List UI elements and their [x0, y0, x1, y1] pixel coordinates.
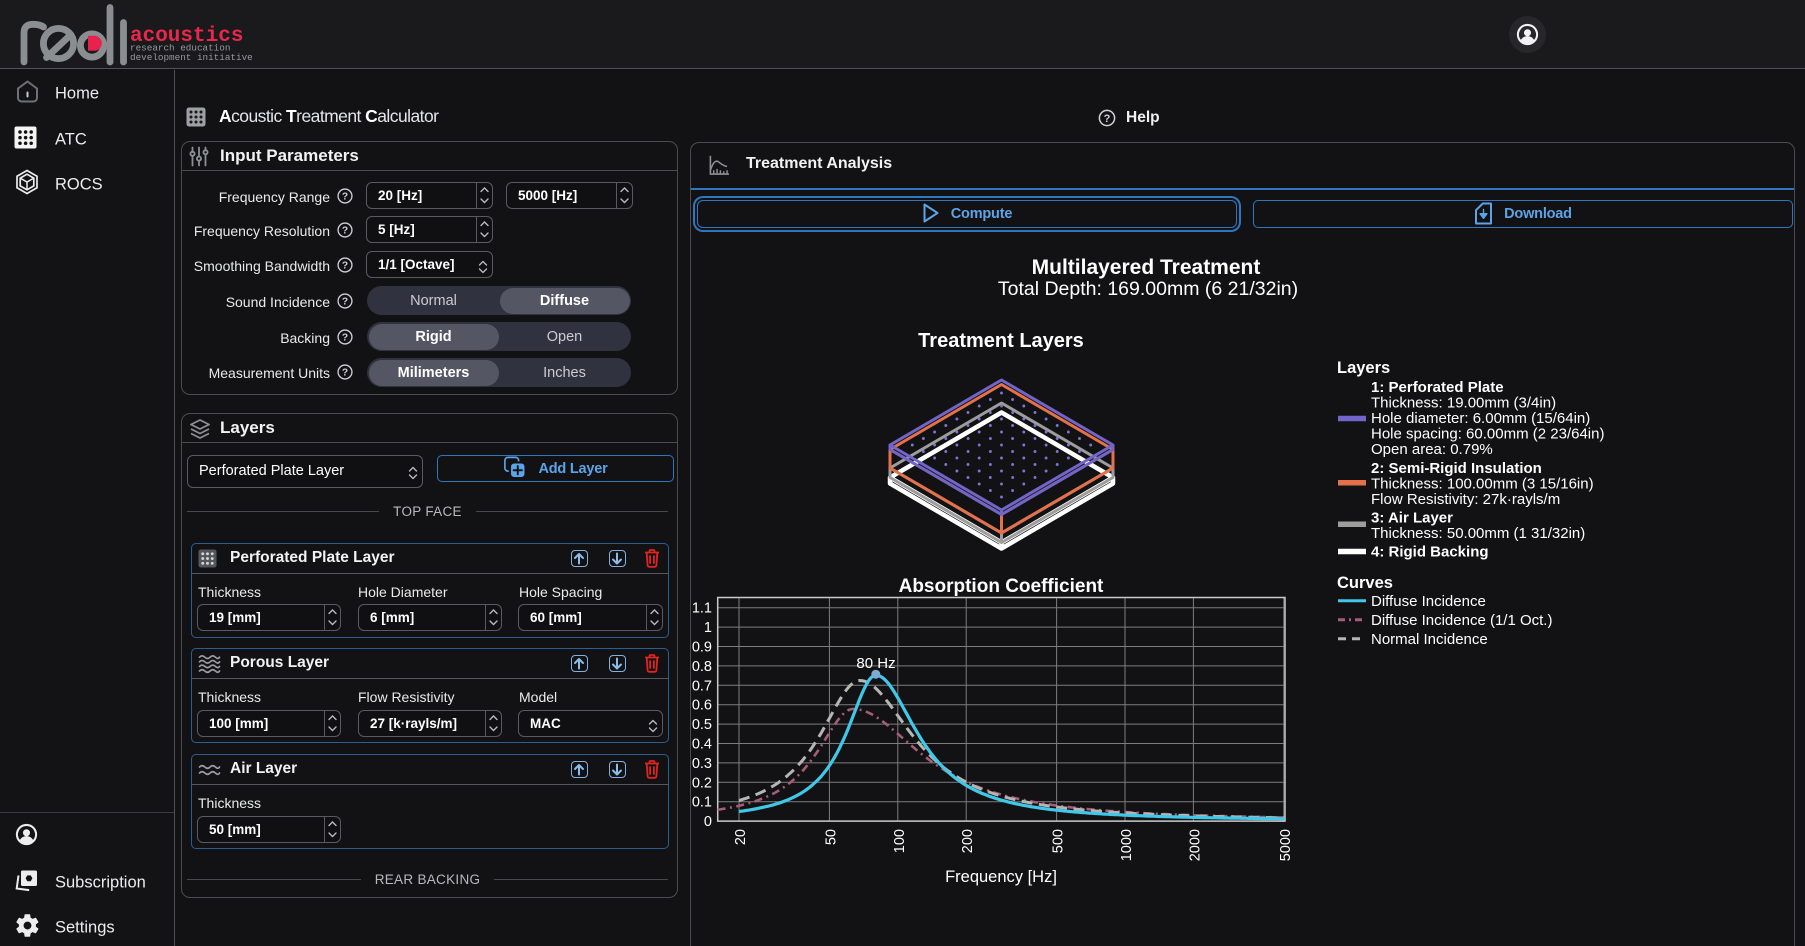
svg-text:50: 50	[823, 829, 839, 845]
svg-text:Curves: Curves	[1337, 574, 1393, 592]
svg-text:Multilayered Treatment: Multilayered Treatment	[1032, 256, 1261, 279]
svg-text:Thickness: 19.00mm (3/4in): Thickness: 19.00mm (3/4in)	[1371, 395, 1556, 412]
svg-text:Thickness: 100.00mm (3 15/16in: Thickness: 100.00mm (3 15/16in)	[1371, 476, 1594, 493]
svg-text:Diffuse Incidence: Diffuse Incidence	[1371, 593, 1486, 610]
svg-text:Hole diameter: 6.00mm (15/64in: Hole diameter: 6.00mm (15/64in)	[1371, 410, 1590, 427]
svg-text:20: 20	[733, 829, 749, 845]
svg-text:Thickness: 50.00mm (1 31/32in): Thickness: 50.00mm (1 31/32in)	[1371, 525, 1585, 542]
svg-text:0.6: 0.6	[692, 698, 712, 714]
svg-text:1000: 1000	[1119, 829, 1135, 861]
svg-text:Layers: Layers	[1337, 359, 1390, 377]
svg-text:80 Hz: 80 Hz	[856, 655, 895, 672]
svg-text:500: 500	[1051, 829, 1067, 853]
svg-text:0.4: 0.4	[692, 737, 712, 753]
svg-text:0.7: 0.7	[692, 678, 712, 694]
svg-text:Flow Resistivity: 27k·rayls/m: Flow Resistivity: 27k·rayls/m	[1371, 491, 1560, 508]
svg-text:4: Rigid Backing: 4: Rigid Backing	[1371, 544, 1489, 561]
svg-text:0.1: 0.1	[692, 795, 712, 811]
svg-text:1: 1	[704, 620, 712, 636]
svg-text:0: 0	[704, 814, 712, 830]
svg-text:0.5: 0.5	[692, 717, 712, 733]
svg-text:Total Depth: 169.00mm (6 21/32: Total Depth: 169.00mm (6 21/32in)	[998, 278, 1298, 300]
svg-text:0.2: 0.2	[692, 775, 712, 791]
svg-text:Treatment Layers: Treatment Layers	[918, 330, 1084, 352]
svg-text:Open area: 0.79%: Open area: 0.79%	[1371, 441, 1493, 458]
svg-text:200: 200	[960, 829, 976, 853]
svg-text:0.8: 0.8	[692, 659, 712, 675]
svg-text:Absorption Coefficient: Absorption Coefficient	[899, 576, 1104, 597]
svg-text:1: Perforated Plate: 1: Perforated Plate	[1371, 379, 1504, 396]
svg-text:0.3: 0.3	[692, 756, 712, 772]
svg-text:0.9: 0.9	[692, 640, 712, 656]
svg-text:1.1: 1.1	[692, 601, 712, 617]
svg-text:Frequency [Hz]: Frequency [Hz]	[945, 868, 1057, 886]
svg-text:2: Semi-Rigid Insulation: 2: Semi-Rigid Insulation	[1371, 460, 1542, 477]
svg-text:Normal Incidence: Normal Incidence	[1371, 631, 1488, 648]
svg-text:Diffuse Incidence (1/1 Oct.): Diffuse Incidence (1/1 Oct.)	[1371, 612, 1552, 629]
svg-text:3: Air Layer: 3: Air Layer	[1371, 510, 1453, 527]
svg-text:Hole spacing: 60.00mm (2 23/64: Hole spacing: 60.00mm (2 23/64in)	[1371, 426, 1604, 443]
svg-text:100: 100	[892, 829, 908, 853]
svg-text:5000: 5000	[1278, 829, 1294, 861]
svg-text:2000: 2000	[1187, 829, 1203, 861]
